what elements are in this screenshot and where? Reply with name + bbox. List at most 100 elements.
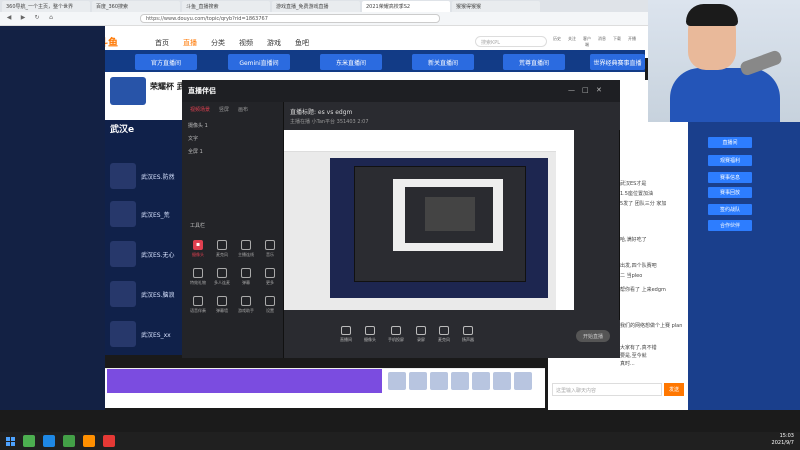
browser-tab[interactable]: 360导航_一个主页，整个世界 — [2, 0, 90, 12]
anchor-avatar[interactable] — [110, 77, 146, 105]
tab-portrait[interactable]: 竖屏 — [219, 106, 229, 113]
gift-banner[interactable] — [107, 369, 382, 393]
bottom-tool-liveroom[interactable]: 直播间 — [340, 326, 352, 343]
tool-more[interactable]: 更多 — [258, 268, 282, 290]
danmaku-icon — [241, 268, 251, 278]
chat-message: 真时... — [620, 361, 635, 367]
list-item[interactable]: 武汉ES_荒 — [110, 198, 182, 230]
nav-video[interactable]: 视频 — [239, 38, 253, 48]
tab-canvas[interactable]: 画布 — [238, 106, 248, 113]
side-button-partners[interactable]: 合作伙伴 — [708, 220, 752, 231]
refresh-icon[interactable]: ↻ — [32, 14, 42, 23]
tools-title: 工具栏 — [190, 223, 206, 229]
bottom-tool-record[interactable]: 录屏 — [416, 326, 426, 343]
chat-message: 要是,至今就 — [620, 353, 647, 359]
list-item[interactable]: 武汉ES_xx — [110, 318, 182, 350]
tool-multi[interactable]: 多人连麦 — [210, 268, 234, 290]
tool-music[interactable]: 音乐 — [258, 240, 282, 262]
side-button-teams[interactable]: 签约战队 — [708, 204, 752, 215]
taskbar-wechat-icon[interactable] — [63, 435, 75, 447]
gift-icon[interactable] — [388, 372, 406, 390]
category-button[interactable]: Gemini直播间 — [228, 54, 290, 70]
list-item[interactable]: 武汉ES.无心 — [110, 238, 182, 270]
side-button-welfare[interactable]: 观赛福利 — [708, 155, 752, 166]
bottom-tool-speaker[interactable]: 扬声器 — [462, 326, 474, 343]
nav-category[interactable]: 分类 — [211, 38, 225, 48]
taskbar-live-icon[interactable] — [103, 435, 115, 447]
scene-item[interactable]: 文字 — [188, 135, 198, 142]
webcam-person-hair — [686, 4, 738, 26]
scene-item[interactable]: 全屏 1 — [188, 148, 203, 155]
gift-icon[interactable] — [493, 372, 511, 390]
chat-message: 出发,四个队赛吧 — [620, 263, 657, 269]
nav-home[interactable]: 首页 — [155, 38, 169, 48]
gift-icons — [388, 372, 532, 390]
category-button[interactable]: 荒尊直播间 — [503, 54, 565, 70]
site-search-input[interactable]: 搜索KPL — [475, 36, 547, 47]
chat-message: 1.5座位置加油 — [620, 191, 653, 197]
nav-fishbar[interactable]: 鱼吧 — [295, 38, 309, 48]
history-icon[interactable]: 历史 — [553, 36, 561, 48]
start-live-button[interactable]: 开始直播 — [576, 330, 610, 342]
chat-input[interactable]: 这里输入聊天内容 — [552, 383, 662, 396]
follow-icon[interactable]: 关注 — [568, 36, 576, 48]
category-button[interactable]: 官方直播间 — [135, 54, 197, 70]
list-item[interactable]: 武汉ES.脑浪 — [110, 278, 182, 310]
bottom-tool-cast[interactable]: 手机投屏 — [388, 326, 404, 343]
chat-message: 二 当pleo — [620, 273, 643, 279]
tool-mic[interactable]: 麦克风 — [210, 240, 234, 262]
browser-tab[interactable]: 游戏直播_免费游戏直播 — [272, 0, 360, 12]
category-button[interactable]: 东米直播间 — [320, 54, 382, 70]
gift-icon[interactable] — [430, 372, 448, 390]
gift-icon[interactable] — [451, 372, 469, 390]
minimize-icon[interactable]: — — [568, 86, 575, 94]
tool-accompany[interactable]: 语音伴奏 — [186, 296, 210, 318]
nav-live[interactable]: 直播 — [183, 38, 197, 48]
tool-link[interactable]: 主播连线 — [234, 240, 258, 262]
browser-tab[interactable]: 斗鱼_直播搜索 — [182, 0, 270, 12]
maximize-icon[interactable]: □ — [582, 86, 589, 94]
taskbar-browser-icon[interactable] — [43, 435, 55, 447]
side-button-info[interactable]: 赛事信息 — [708, 172, 752, 183]
category-button[interactable]: 新关直播间 — [412, 54, 474, 70]
client-icon[interactable]: 客户端 — [583, 36, 591, 48]
side-button-replay[interactable]: 赛事回放 — [708, 187, 752, 198]
tab-video-scene[interactable]: 视频场景 — [190, 106, 210, 113]
tool-game[interactable]: 游戏助手 — [234, 296, 258, 318]
broadcast-icon[interactable]: 开播 — [628, 36, 636, 48]
download-icon[interactable]: 下载 — [613, 36, 621, 48]
message-icon[interactable]: 消息 — [598, 36, 606, 48]
bottom-tool-camera[interactable]: 摄像头 — [364, 326, 376, 343]
browser-tab-active[interactable]: 2021荣耀高校季S2 — [362, 0, 450, 12]
browser-tab[interactable]: 猴猴得猴猴 — [452, 0, 540, 12]
list-item[interactable]: 武汉ES.防然 — [110, 160, 182, 192]
gift-icon[interactable] — [472, 372, 490, 390]
tool-grid: ▪ 摄像头 麦克风 主播连线 音乐 特效礼物 多人连麦 弹幕 更多 语音伴奏 弹幕… — [186, 240, 282, 318]
windows-start-icon[interactable] — [6, 436, 15, 446]
gift-icon[interactable] — [409, 372, 427, 390]
forward-icon[interactable]: ▶ — [18, 14, 28, 23]
header-icons: 历史 关注 客户端 消息 下载 开播 — [553, 36, 636, 48]
tool-effects[interactable]: 特效礼物 — [186, 268, 210, 290]
url-field[interactable]: https://www.douyu.com/topic/qryb?rid=186… — [140, 14, 440, 23]
close-icon[interactable]: ✕ — [596, 86, 602, 94]
preview-site-header — [284, 130, 574, 152]
tool-danmaku[interactable]: 弹幕 — [234, 268, 258, 290]
live-title[interactable]: 直播标题: es vs edgm — [290, 107, 352, 116]
home-icon[interactable]: ⌂ — [46, 14, 56, 23]
taskbar-folder-icon[interactable] — [83, 435, 95, 447]
gift-icon[interactable] — [514, 372, 532, 390]
back-icon[interactable]: ◀ — [4, 14, 14, 23]
scene-item[interactable]: 摄像头 1 — [188, 122, 208, 129]
tool-settings[interactable]: 设置 — [258, 296, 282, 318]
bottom-tool-mic[interactable]: 麦克风 — [438, 326, 450, 343]
side-button-liveroom[interactable]: 直播间 — [708, 137, 752, 148]
nav-game[interactable]: 游戏 — [267, 38, 281, 48]
app-logo: 直播伴侣 — [188, 87, 216, 95]
send-button[interactable]: 发送 — [664, 383, 684, 396]
browser-tab[interactable]: 百度_360搜索 — [92, 0, 180, 12]
taskbar-app-icon[interactable] — [23, 435, 35, 447]
tool-wall[interactable]: 弹幕墙 — [210, 296, 234, 318]
category-button[interactable]: 世界经典赛事直播 — [590, 54, 645, 70]
tool-camera[interactable]: ▪ 摄像头 — [186, 240, 210, 262]
